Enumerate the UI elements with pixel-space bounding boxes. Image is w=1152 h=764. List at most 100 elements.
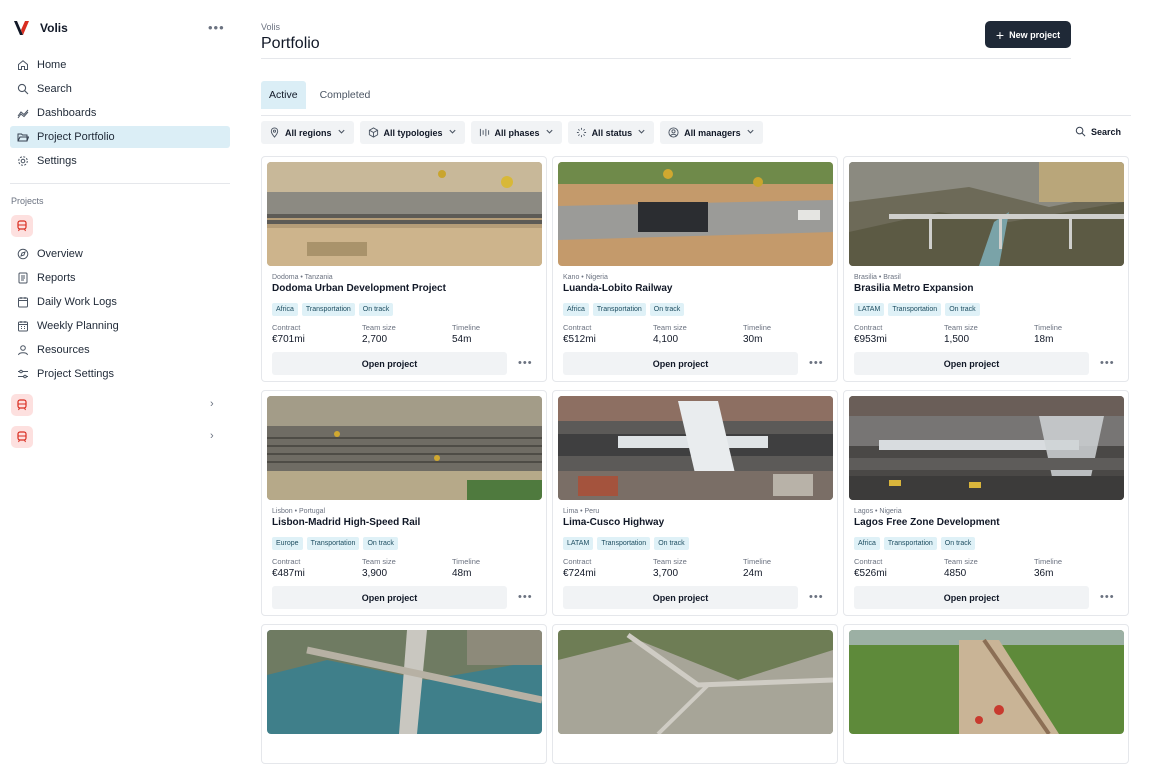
sidebar-item-label: Daily Work Logs — [37, 296, 117, 308]
open-project-button[interactable]: Open project — [272, 352, 507, 375]
typology-tag: Transportation — [888, 303, 942, 316]
filter-status[interactable]: All status — [567, 121, 655, 144]
chevron-down-icon — [746, 127, 755, 138]
status-badge: On track — [358, 303, 394, 316]
project-title: Lima-Cusco Highway — [563, 517, 665, 528]
open-project-button[interactable]: Open project — [854, 586, 1089, 609]
team-size-label: Team size — [653, 557, 687, 566]
more-horizontal-icon[interactable]: ••• — [518, 358, 533, 369]
tag-list: Africa Transportation On track — [563, 303, 685, 316]
timeline-value: 48m — [452, 568, 472, 579]
volis-logo — [14, 21, 29, 35]
project-image — [558, 396, 833, 500]
team-size-label: Team size — [944, 323, 978, 332]
chevron-down-icon — [448, 127, 457, 138]
region-tag: Europe — [272, 537, 303, 550]
contract-value: €487mi — [272, 568, 305, 579]
project-card: Lisbon • Portugal Lisbon-Madrid High-Spe… — [261, 390, 547, 616]
cube-icon — [368, 127, 378, 138]
open-project-button[interactable]: Open project — [563, 586, 798, 609]
report-icon — [17, 272, 29, 284]
team-size-value: 1,500 — [944, 334, 970, 345]
user-circle-icon — [668, 127, 679, 138]
filter-phases[interactable]: All phases — [470, 121, 562, 144]
train-icon — [17, 431, 27, 443]
breadcrumb[interactable]: Volis — [261, 22, 280, 32]
project-card — [843, 624, 1129, 764]
team-size-value: 4850 — [944, 568, 967, 579]
filter-label: All typologies — [383, 127, 443, 138]
main-content: Volis Portfolio + New project Active Com… — [261, 0, 1131, 764]
chevron-down-icon — [545, 127, 554, 138]
project-avatar[interactable] — [11, 215, 33, 237]
open-project-button[interactable]: Open project — [854, 352, 1089, 375]
sidebar-item-project-settings[interactable]: Project Settings — [10, 363, 230, 385]
sidebar-item-weekly-planning[interactable]: Weekly Planning — [10, 315, 230, 337]
sidebar-item-label: Weekly Planning — [37, 320, 119, 332]
project-title: Luanda-Lobito Railway — [563, 283, 673, 294]
timeline-label: Timeline — [452, 557, 481, 566]
new-project-button[interactable]: + New project — [985, 21, 1071, 48]
project-card — [552, 624, 838, 764]
sidebar-item-resources[interactable]: Resources — [10, 339, 230, 361]
sidebar-item-dashboards[interactable]: Dashboards — [10, 102, 230, 124]
tag-list: LATAM Transportation On track — [563, 537, 689, 550]
contract-label: Contract — [854, 323, 883, 332]
sidebar-item-home[interactable]: Home — [10, 54, 230, 76]
more-horizontal-icon[interactable]: ••• — [208, 20, 225, 35]
contract-label: Contract — [272, 323, 301, 332]
project-image — [849, 630, 1124, 734]
search-icon — [1075, 126, 1086, 137]
project-image — [267, 162, 542, 266]
project-avatar[interactable] — [11, 426, 33, 448]
project-title: Lagos Free Zone Development — [854, 517, 1000, 528]
contract-label: Contract — [854, 557, 883, 566]
page-title: Portfolio — [261, 35, 320, 52]
chevron-right-icon[interactable]: › — [210, 430, 214, 442]
project-image — [267, 630, 542, 734]
project-image — [849, 162, 1124, 266]
filter-bar: All regions All typologies All phases Al… — [261, 121, 763, 144]
open-project-button[interactable]: Open project — [272, 586, 507, 609]
project-location: Brasilia • Brasil — [854, 274, 901, 281]
status-spinner-icon — [576, 127, 586, 138]
typology-tag: Transportation — [306, 537, 360, 550]
filter-regions[interactable]: All regions — [261, 121, 354, 144]
project-location: Dodoma • Tanzania — [272, 274, 333, 281]
tab-completed[interactable]: Completed — [312, 81, 379, 109]
filter-managers[interactable]: All managers — [660, 121, 763, 144]
sidebar-item-settings[interactable]: Settings — [10, 150, 230, 172]
more-horizontal-icon[interactable]: ••• — [809, 358, 824, 369]
brand[interactable]: Volis — [12, 18, 68, 38]
project-title: Brasilia Metro Expansion — [854, 283, 974, 294]
search-button[interactable]: Search — [1075, 126, 1121, 137]
project-title: Dodoma Urban Development Project — [272, 283, 446, 294]
more-horizontal-icon[interactable]: ••• — [809, 592, 824, 603]
sidebar-item-daily-work-logs[interactable]: Daily Work Logs — [10, 291, 230, 313]
open-project-button[interactable]: Open project — [563, 352, 798, 375]
more-horizontal-icon[interactable]: ••• — [1100, 592, 1115, 603]
typology-tag: Transportation — [592, 303, 646, 316]
sidebar-item-label: Dashboards — [37, 107, 97, 119]
tabs-divider — [261, 115, 1131, 116]
project-avatar[interactable] — [11, 394, 33, 416]
project-card: Lima • Peru Lima-Cusco Highway LATAM Tra… — [552, 390, 838, 616]
chevron-down-icon — [337, 127, 346, 138]
sidebar: Volis ••• Home Search Dashboards Project… — [0, 0, 240, 744]
sidebar-item-label: Search — [37, 83, 72, 95]
project-image — [849, 396, 1124, 500]
timeline-label: Timeline — [743, 323, 772, 332]
more-horizontal-icon[interactable]: ••• — [518, 592, 533, 603]
sidebar-item-overview[interactable]: Overview — [10, 243, 230, 265]
project-image — [267, 396, 542, 500]
chevron-right-icon[interactable]: › — [210, 398, 214, 410]
more-horizontal-icon[interactable]: ••• — [1100, 358, 1115, 369]
timeline-value: 24m — [743, 568, 763, 579]
tab-active[interactable]: Active — [261, 81, 306, 109]
project-image — [558, 162, 833, 266]
sliders-icon — [17, 368, 29, 380]
filter-typologies[interactable]: All typologies — [359, 121, 465, 144]
sidebar-item-search[interactable]: Search — [10, 78, 230, 100]
sidebar-item-project-portfolio[interactable]: Project Portfolio — [10, 126, 230, 148]
sidebar-item-reports[interactable]: Reports — [10, 267, 230, 289]
